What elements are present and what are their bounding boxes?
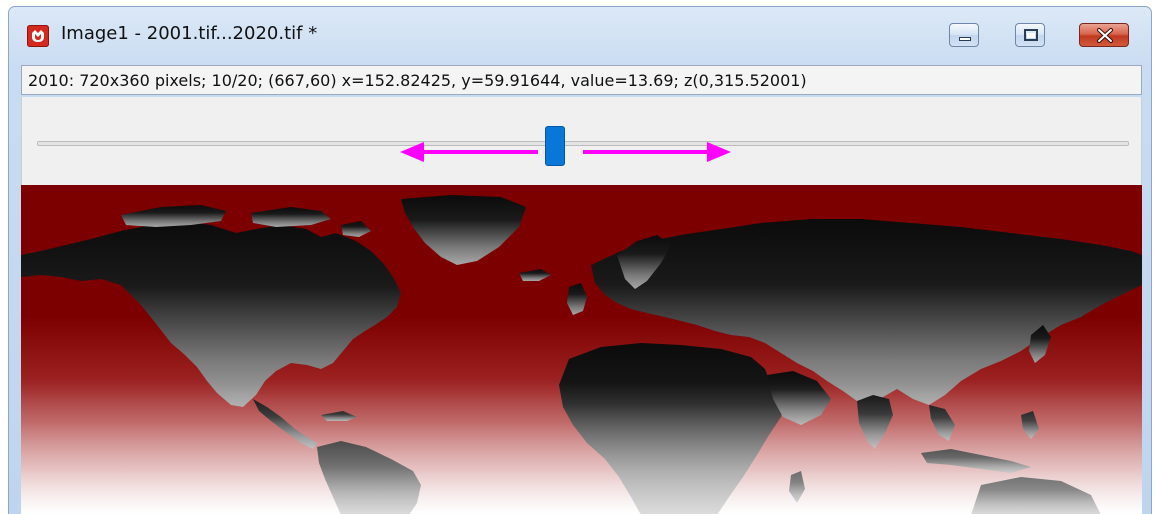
right-arrow-icon (583, 142, 731, 162)
origin-app-icon[interactable] (27, 25, 49, 47)
close-button[interactable] (1079, 23, 1129, 47)
frame-slider-thumb[interactable] (546, 127, 564, 165)
window-title: Image1 - 2001.tif...2020.tif * (61, 23, 318, 44)
frame-slider-panel (21, 97, 1142, 185)
restore-icon (1024, 29, 1038, 41)
status-text: 2010: 720x360 pixels; 10/20; (667,60) x=… (28, 71, 807, 90)
left-arrow-icon (400, 142, 538, 162)
title-bar[interactable]: Image1 - 2001.tif...2020.tif * (9, 7, 1151, 59)
status-bar: 2010: 720x360 pixels; 10/20; (667,60) x=… (21, 65, 1142, 95)
minimize-icon (959, 37, 971, 41)
image-window: Image1 - 2001.tif...2020.tif * 2010: 720… (8, 6, 1152, 514)
minimize-button[interactable] (949, 23, 979, 47)
world-map-raster (21, 185, 1142, 514)
close-icon (1097, 28, 1113, 43)
world-map-image[interactable] (21, 185, 1142, 514)
restore-button[interactable] (1015, 23, 1045, 47)
